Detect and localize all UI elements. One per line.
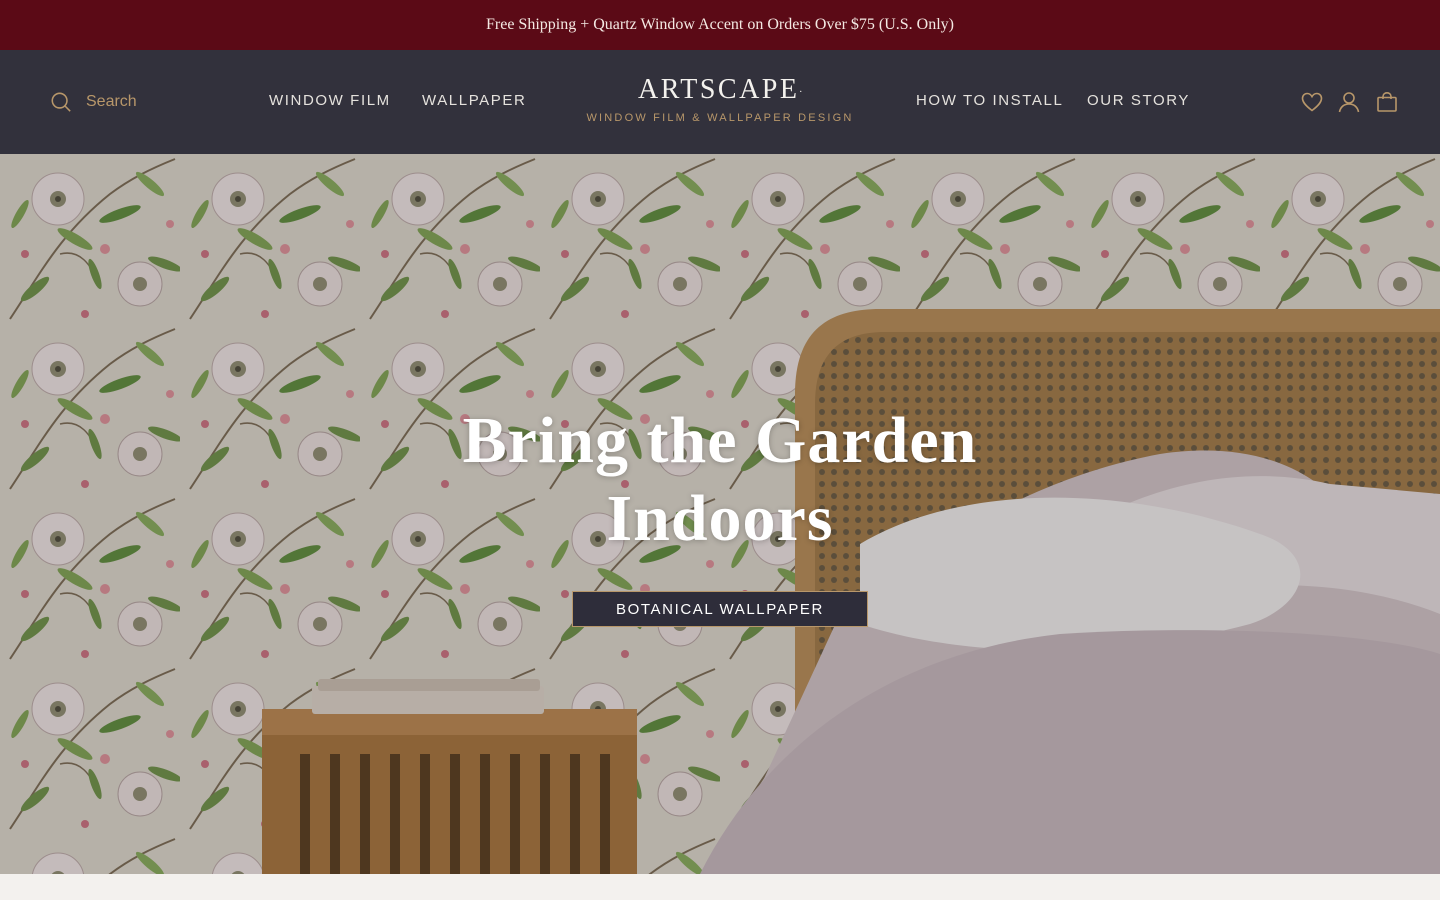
nav-wallpaper[interactable]: WALLPAPER bbox=[422, 92, 526, 109]
search-icon bbox=[51, 92, 71, 112]
nav-our-story[interactable]: OUR STORY bbox=[1087, 92, 1190, 109]
heart-icon bbox=[1301, 92, 1323, 112]
wishlist-button[interactable] bbox=[1300, 90, 1324, 114]
logo-tagline: WINDOW FILM & WALLPAPER DESIGN bbox=[586, 112, 854, 124]
botanical-wallpaper-button[interactable]: BOTANICAL WALLPAPER bbox=[572, 591, 868, 627]
nav-window-film[interactable]: WINDOW FILM bbox=[269, 92, 391, 109]
hero-title: Bring the Garden Indoors bbox=[462, 404, 978, 555]
nav-how-to-install[interactable]: HOW TO INSTALL bbox=[916, 92, 1063, 109]
search-field[interactable]: Search bbox=[50, 90, 137, 114]
account-button[interactable] bbox=[1337, 90, 1361, 114]
cart-button[interactable] bbox=[1375, 90, 1399, 114]
search-label: Search bbox=[86, 93, 137, 110]
bag-icon bbox=[1377, 91, 1397, 112]
announcement-link[interactable]: Free Shipping + Quartz Window Accent on … bbox=[486, 16, 954, 34]
site-header: Search WINDOW FILM WALLPAPER ARTSCAPE. W… bbox=[0, 50, 1440, 154]
page-content-start bbox=[0, 874, 1440, 900]
announcement-bar: Free Shipping + Quartz Window Accent on … bbox=[0, 0, 1440, 50]
hero-banner: Bring the Garden Indoors BOTANICAL WALLPA… bbox=[0, 154, 1440, 874]
site-logo[interactable]: ARTSCAPE. WINDOW FILM & WALLPAPER DESIGN bbox=[560, 74, 880, 124]
logo-wordmark: ARTSCAPE. bbox=[638, 74, 802, 105]
account-icon bbox=[1338, 92, 1360, 113]
